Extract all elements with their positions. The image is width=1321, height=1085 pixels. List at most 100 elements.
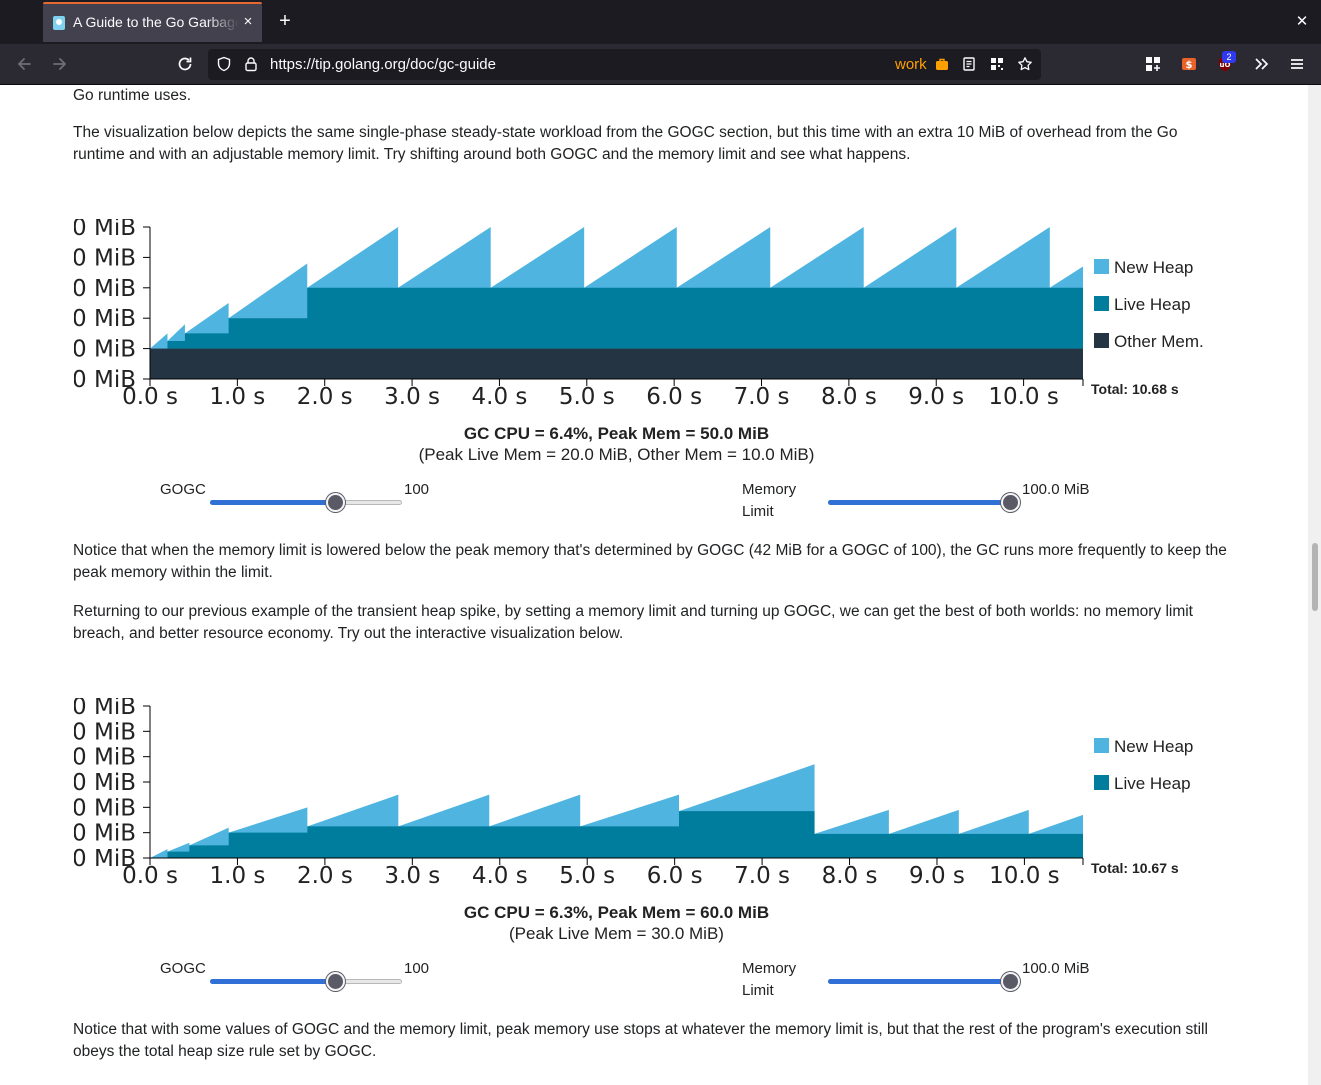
x-tick-label: 10.0 s	[989, 863, 1060, 889]
intro-tail-text: Go runtime uses.	[73, 87, 192, 104]
total-time-label: Total: 10.67 s	[1091, 860, 1179, 876]
overflow-chevrons-icon[interactable]	[1249, 52, 1273, 76]
sheets-extension-icon[interactable]: $	[1177, 52, 1201, 76]
other-mem-area	[150, 348, 1083, 379]
x-tick-label: 3.0 s	[384, 384, 440, 410]
viz1-summary: GC CPU = 6.4%, Peak Mem = 50.0 MiB (Peak…	[0, 423, 1233, 465]
y-label-clip-mask	[0, 219, 74, 419]
slider-thumb[interactable]	[325, 972, 345, 991]
extensions-grid-icon[interactable]	[1141, 52, 1165, 76]
viz2-memlimit-label: Memory Limit	[742, 958, 796, 1002]
x-tick-label: 7.0 s	[734, 384, 790, 410]
url-text[interactable]: https://tip.golang.org/doc/gc-guide	[270, 56, 496, 73]
visualization-2: 0 MiB 0 MiB 0 MiB 0 MiB 0 MiB 0 MiB 0 MiB 0.0 s…	[0, 698, 1308, 1018]
x-tick-label: 6.0 s	[646, 384, 702, 410]
legend-swatch	[1094, 333, 1109, 348]
page-scrollbar[interactable]	[1308, 85, 1321, 1085]
slider-thumb[interactable]	[1001, 493, 1020, 512]
y-tick-label: 0 MiB	[72, 337, 136, 363]
reader-view-icon[interactable]	[958, 53, 980, 75]
x-tick-label: 3.0 s	[384, 863, 440, 889]
viz2-gogc-slider[interactable]	[210, 970, 402, 992]
viz2-memlimit-value: 100.0 MiB	[1022, 960, 1090, 977]
address-bar[interactable]: https://tip.golang.org/doc/gc-guide work	[208, 49, 1041, 80]
lock-icon[interactable]	[240, 53, 262, 75]
x-tick-label: 9.0 s	[908, 384, 964, 410]
slider-thumb[interactable]	[1001, 972, 1020, 991]
y-tick-label: 0 MiB	[72, 745, 136, 771]
viz1-gogc-value: 100	[404, 481, 430, 498]
legend-label: Live Heap	[1114, 774, 1191, 793]
viz2-summary: GC CPU = 6.3%, Peak Mem = 60.0 MiB (Peak…	[0, 902, 1233, 944]
legend-swatch	[1094, 738, 1109, 753]
page-content: Go runtime uses. The visualization below…	[0, 85, 1308, 1085]
y-tick-label: 0 MiB	[72, 821, 136, 847]
y-tick-label: 0 MiB	[72, 770, 136, 796]
viz2-memlimit-label-line1: Memory	[742, 960, 797, 977]
tracking-protection-shield-icon[interactable]	[213, 53, 235, 75]
paragraph-memlimit-note: Notice that when the memory limit is low…	[73, 542, 1227, 581]
x-tick-label: 2.0 s	[297, 384, 353, 410]
viz1-memlimit-label: Memory Limit	[742, 479, 796, 523]
slider-thumb[interactable]	[325, 493, 345, 512]
x-tick-label: 0.0 s	[122, 384, 178, 410]
y-tick-label: 0 MiB	[72, 245, 136, 271]
viz2-gogc-label: GOGC	[160, 960, 206, 977]
reload-icon[interactable]	[173, 52, 197, 76]
y-label-clip-mask	[0, 698, 74, 898]
legend-label: Live Heap	[1114, 295, 1191, 314]
slider-fill	[210, 979, 335, 984]
viz1-memlimit-value: 100.0 MiB	[1022, 481, 1090, 498]
x-tick-label: 4.0 s	[472, 384, 528, 410]
container-label[interactable]: work	[895, 56, 927, 73]
viz1-summary-detail: (Peak Live Mem = 20.0 MiB, Other Mem = 1…	[418, 445, 815, 464]
forward-arrow-icon[interactable]	[48, 52, 72, 76]
viz2-summary-headline: GC CPU = 6.3%, Peak Mem = 60.0 MiB	[463, 903, 770, 922]
ublock-count-badge: 2	[1222, 51, 1236, 63]
total-time-label: Total: 10.68 s	[1091, 381, 1179, 397]
viz1-gogc-slider[interactable]	[210, 491, 402, 513]
y-tick-label: 0 MiB	[72, 698, 136, 720]
x-tick-label: 6.0 s	[647, 863, 703, 889]
slider-fill	[210, 500, 335, 505]
viz1-memlimit-label-line2: Limit	[742, 503, 774, 520]
y-tick-label: 0 MiB	[72, 719, 136, 745]
legend-swatch	[1094, 775, 1109, 790]
x-tick-label: 1.0 s	[209, 384, 265, 410]
viz2-memlimit-slider[interactable]	[828, 970, 1020, 992]
qr-code-icon[interactable]	[986, 53, 1008, 75]
viz1-gogc-label: GOGC	[160, 481, 206, 498]
scrollbar-thumb[interactable]	[1312, 543, 1318, 611]
x-tick-label: 10.0 s	[988, 384, 1059, 410]
x-tick-label: 1.0 s	[210, 863, 266, 889]
paragraph-final-note: Notice that with some values of GOGC and…	[73, 1021, 1208, 1060]
x-tick-label: 8.0 s	[822, 863, 878, 889]
y-tick-label: 0 MiB	[72, 276, 136, 302]
window-close-button[interactable]: ✕	[1292, 11, 1312, 33]
active-tab[interactable]: A Guide to the Go Garbage Collector ×	[43, 2, 262, 42]
slider-fill	[828, 500, 1010, 505]
slider-fill	[828, 979, 1010, 984]
viz1-memlimit-label-line1: Memory	[742, 481, 797, 498]
x-tick-label: 4.0 s	[472, 863, 528, 889]
memory-chart-1: 0 MiB0 MiB0 MiB0 MiB0 MiB0 MiB0.0 s 1.0 s…	[0, 219, 1204, 419]
hamburger-menu-icon[interactable]	[1285, 52, 1309, 76]
tab-strip: A Guide to the Go Garbage Collector × + …	[0, 0, 1321, 44]
navigation-toolbar: https://tip.golang.org/doc/gc-guide work…	[0, 44, 1321, 85]
back-arrow-icon[interactable]	[12, 52, 36, 76]
tab-close-icon[interactable]: ×	[240, 13, 256, 31]
x-tick-label: 8.0 s	[821, 384, 877, 410]
bookmark-star-icon[interactable]	[1014, 53, 1036, 75]
paragraph-viz2-intro: Returning to our previous example of the…	[73, 603, 1193, 642]
x-tick-label: 0.0 s	[122, 863, 178, 889]
new-tab-button[interactable]: +	[274, 10, 296, 32]
x-tick-label: 2.0 s	[297, 863, 353, 889]
gopher-favicon-icon	[53, 16, 65, 30]
y-tick-label: 0 MiB	[72, 306, 136, 332]
svg-text:$: $	[1186, 60, 1193, 71]
viz1-summary-headline: GC CPU = 6.4%, Peak Mem = 50.0 MiB	[463, 424, 770, 443]
viz2-memlimit-label-line2: Limit	[742, 982, 774, 999]
memory-chart-2: 0 MiB0 MiB0 MiB0 MiB0 MiB0 MiB0 MiB0.0 s…	[0, 698, 1193, 898]
viz2-summary-detail: (Peak Live Mem = 30.0 MiB)	[509, 924, 724, 943]
viz1-memlimit-slider[interactable]	[828, 491, 1020, 513]
